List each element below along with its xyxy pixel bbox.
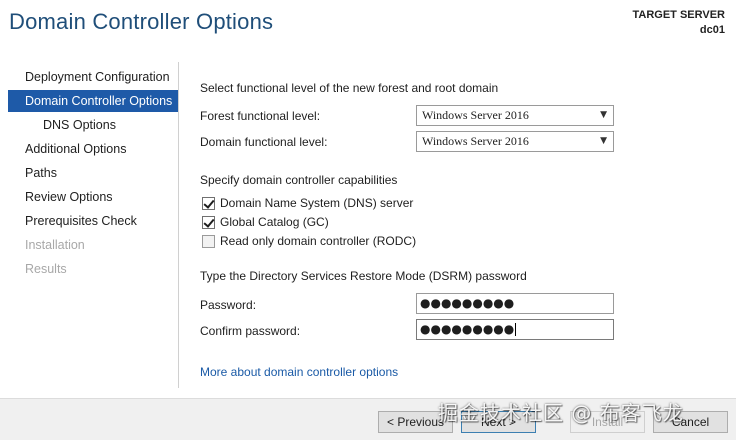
nav-item-installation: Installation [25,238,85,252]
forest-level-select[interactable]: Windows Server 2016 ▼ [416,105,614,126]
confirm-password-value: ●●●●●●●●● [420,322,515,336]
dns-server-checkbox[interactable] [202,197,215,210]
password-label: Password: [200,298,257,312]
watermark: 掘金技术社区 @ 布客飞龙 [438,401,684,425]
domain-level-value: Windows Server 2016 [422,134,529,148]
functional-level-heading: Select functional level of the new fores… [200,81,499,95]
header: Domain Controller Options TARGET SERVER … [0,0,736,60]
nav-item-results: Results [25,262,67,276]
content-pane: Select functional level of the new fores… [200,60,720,390]
wizard-nav: Deployment Configuration Domain Controll… [0,60,178,390]
password-input[interactable]: ●●●●●●●●● [416,293,614,314]
global-catalog-label: Global Catalog (GC) [220,215,329,229]
nav-item-deployment-configuration[interactable]: Deployment Configuration [8,66,178,88]
nav-item-review-options[interactable]: Review Options [8,186,178,208]
password-value: ●●●●●●●●● [420,296,515,310]
forest-level-value: Windows Server 2016 [422,108,529,122]
nav-item-domain-controller-options[interactable]: Domain Controller Options [8,90,178,112]
rodc-label: Read only domain controller (RODC) [220,234,417,248]
chevron-down-icon: ▼ [600,136,607,146]
rodc-checkbox [202,235,215,248]
forest-level-label: Forest functional level: [200,109,321,123]
text-caret [515,323,517,336]
capabilities-heading: Specify domain controller capabilities [200,173,398,187]
nav-item-paths[interactable]: Paths [8,162,178,184]
nav-item-dns-options[interactable]: DNS Options [8,114,178,136]
dsrm-heading: Type the Directory Services Restore Mode… [200,269,527,283]
domain-level-label: Domain functional level: [200,135,328,149]
confirm-password-label: Confirm password: [200,324,301,338]
chevron-down-icon: ▼ [600,110,607,120]
more-about-options-link[interactable]: More about domain controller options [200,365,398,379]
domain-level-select[interactable]: Windows Server 2016 ▼ [416,131,614,152]
dns-server-label: Domain Name System (DNS) server [220,196,414,210]
target-server-label: TARGET SERVER [632,9,726,21]
nav-item-prerequisites-check[interactable]: Prerequisites Check [8,210,178,232]
global-catalog-checkbox[interactable] [202,216,215,229]
confirm-password-input[interactable]: ●●●●●●●●● [416,319,614,340]
page-title: Domain Controller Options [9,9,274,34]
nav-item-additional-options[interactable]: Additional Options [8,138,178,160]
nav-divider [178,62,179,388]
target-server-value: dc01 [699,24,725,36]
